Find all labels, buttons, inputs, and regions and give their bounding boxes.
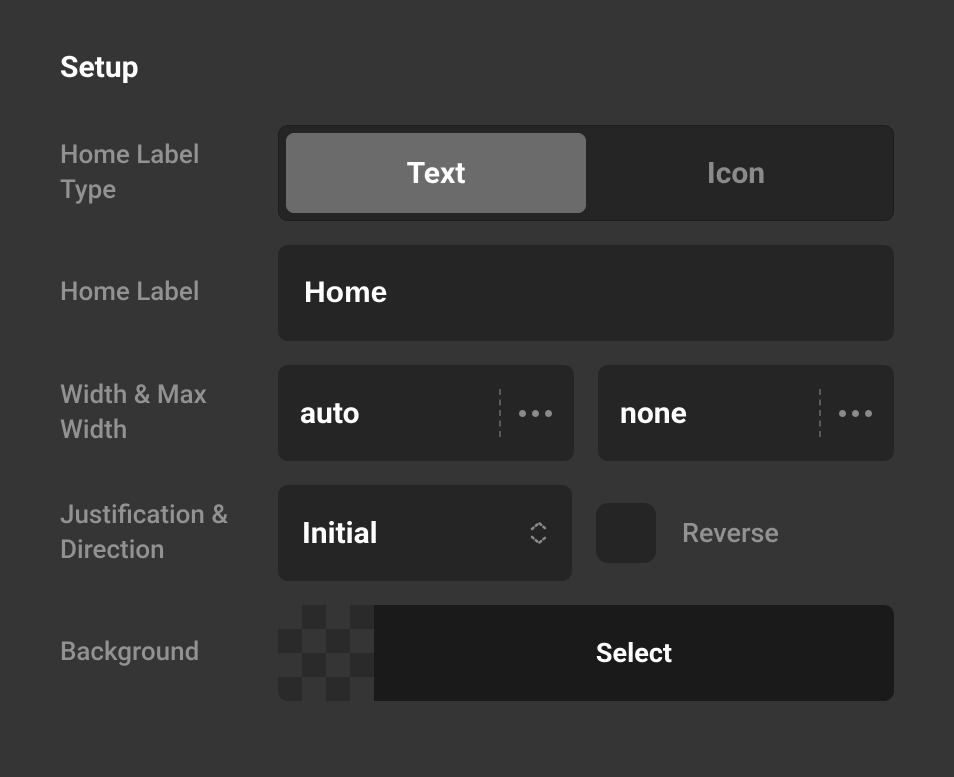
- label-width-max-width: Width & Max Width: [60, 378, 278, 448]
- home-label-type-toggle[interactable]: Text Icon: [278, 125, 894, 221]
- justification-value: Initial: [302, 516, 530, 551]
- background-select-label: Select: [374, 605, 894, 701]
- home-label-input[interactable]: [278, 245, 894, 341]
- ellipsis-icon[interactable]: [839, 410, 872, 417]
- row-home-label-type: Home Label Type Text Icon: [60, 125, 894, 221]
- transparent-swatch-icon: [278, 605, 374, 701]
- divider: [819, 389, 821, 437]
- home-label-type-option-text[interactable]: Text: [286, 133, 586, 213]
- justification-select[interactable]: Initial: [278, 485, 572, 581]
- row-home-label: Home Label: [60, 245, 894, 341]
- direction-reverse-group: Reverse: [596, 485, 779, 581]
- divider: [499, 389, 501, 437]
- label-justification-direction: Justification & Direction: [60, 498, 278, 568]
- row-background: Background Select: [60, 605, 894, 701]
- row-width-max-width: Width & Max Width auto none: [60, 365, 894, 461]
- max-width-value: none: [620, 396, 801, 431]
- label-home-label-type: Home Label Type: [60, 138, 278, 208]
- width-field[interactable]: auto: [278, 365, 574, 461]
- row-justification-direction: Justification & Direction Initial Revers…: [60, 485, 894, 581]
- width-value: auto: [300, 396, 481, 431]
- label-home-label: Home Label: [60, 275, 278, 310]
- background-picker[interactable]: Select: [278, 605, 894, 701]
- chevron-up-down-icon: [530, 521, 548, 545]
- ellipsis-icon[interactable]: [519, 410, 552, 417]
- panel-title: Setup: [60, 50, 894, 85]
- reverse-label: Reverse: [682, 517, 779, 549]
- reverse-checkbox[interactable]: [596, 503, 656, 563]
- max-width-field[interactable]: none: [598, 365, 894, 461]
- home-label-type-option-icon[interactable]: Icon: [586, 133, 886, 213]
- label-background: Background: [60, 635, 278, 670]
